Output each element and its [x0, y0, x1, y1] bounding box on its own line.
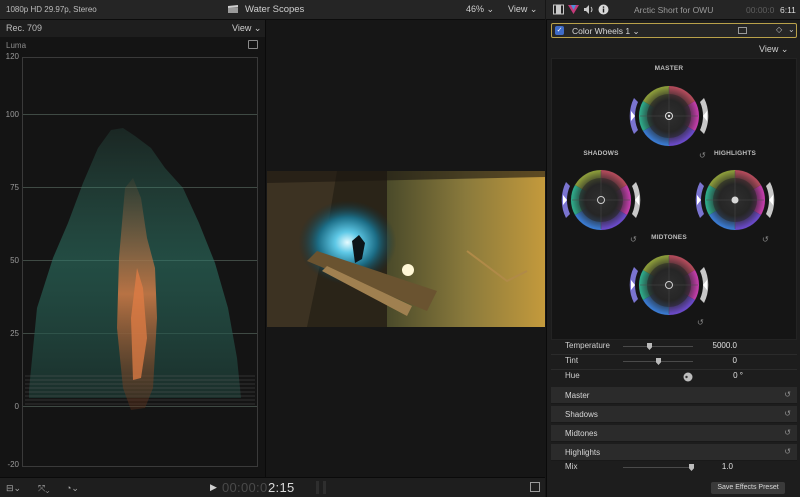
master-label: MASTER — [654, 65, 684, 72]
y-tick: -20 — [7, 460, 19, 469]
play-icon[interactable]: ▶ — [210, 482, 217, 493]
section-master[interactable]: Master ↺ — [551, 387, 797, 404]
midtones-wheel[interactable] — [629, 254, 709, 316]
section-label: Shadows — [565, 410, 598, 419]
view-label: View — [508, 4, 528, 14]
section-shadows[interactable]: Shadows ↺ — [551, 406, 797, 423]
param-label: Tint — [565, 356, 579, 365]
zoom-menu[interactable]: 46% ⌄ — [466, 4, 494, 15]
effect-enabled-checkbox[interactable]: ✓ — [555, 26, 564, 35]
y-tick: 25 — [10, 329, 19, 338]
view-label: View — [759, 44, 779, 54]
temperature-value[interactable]: 5000.0 — [677, 341, 737, 350]
info-icon[interactable] — [598, 4, 609, 15]
color-inspector: ✓ Color Wheels 1 ⌄ ◇ ⌄ View ⌄ ↺ ↺ ↺ ↺ MA… — [546, 20, 800, 497]
param-label: Hue — [565, 371, 580, 380]
mask-icon[interactable] — [738, 27, 747, 34]
param-label: Temperature — [565, 341, 610, 350]
section-label: Highlights — [565, 448, 601, 457]
slider-knob[interactable] — [647, 343, 652, 350]
param-label: Mix — [565, 462, 578, 471]
y-tick: 120 — [5, 52, 19, 61]
underwater-cave-image — [267, 171, 545, 327]
timecode-dim: 00:00:0 — [222, 480, 268, 495]
waveform-scope: Luma 120 100 75 50 25 0 -20 — [0, 37, 265, 477]
effect-name-menu[interactable]: Color Wheels 1 ⌄ — [572, 26, 640, 37]
reset-icon[interactable]: ↺ — [784, 390, 791, 399]
audio-icon[interactable] — [583, 4, 594, 15]
viewer-toolbar: 1080p HD 29.97p, Stereo Water Scopes 46%… — [0, 0, 545, 20]
y-tick: 100 — [5, 110, 19, 119]
save-effects-preset-button[interactable]: Save Effects Preset — [711, 482, 785, 494]
view-label: View — [232, 23, 252, 33]
slider-knob[interactable] — [656, 358, 661, 365]
y-tick: 0 — [14, 402, 19, 411]
hue-row: Hue 0 ° — [551, 369, 797, 384]
scope-header: Rec. 709 View ⌄ — [0, 20, 265, 37]
section-label: Midtones — [565, 429, 598, 438]
video-frame[interactable] — [267, 171, 545, 327]
duration-dim: 00:00:0 — [746, 5, 775, 15]
format-label: 1080p HD 29.97p, Stereo — [6, 5, 97, 14]
transform-menu-icon[interactable]: ⤧⌄ — [38, 483, 49, 494]
playback-bar: ⊟⌄ ⤧⌄ ◔⌄ ▶ 00:00:0 2:15 — [0, 477, 545, 497]
scope-mode-label: Luma — [6, 41, 27, 50]
highlights-reset-icon[interactable]: ↺ — [762, 235, 769, 244]
reset-icon[interactable]: ↺ — [784, 409, 791, 418]
master-puck-dot — [667, 114, 671, 118]
mix-row: Mix 1.0 — [551, 460, 797, 475]
scope-frame — [22, 57, 258, 467]
effect-selector[interactable]: ✓ Color Wheels 1 ⌄ ◇ ⌄ — [551, 23, 797, 38]
waveform-trace — [25, 128, 255, 410]
reset-icon[interactable]: ↺ — [784, 428, 791, 437]
film-icon[interactable] — [553, 4, 564, 15]
retime-menu-icon[interactable]: ◔⌄ — [66, 483, 79, 494]
viewer — [266, 20, 545, 477]
scope-view-menu[interactable]: View ⌄ — [232, 23, 261, 34]
project-name: Arctic Short for OWU — [634, 5, 714, 15]
midtones-label: MIDTONES — [651, 234, 687, 241]
fullscreen-icon[interactable] — [530, 482, 540, 492]
zoom-value: 46% — [466, 4, 485, 14]
scope-standard: Rec. 709 — [6, 23, 43, 33]
section-highlights[interactable]: Highlights ↺ — [551, 444, 797, 461]
temperature-row: Temperature 5000.0 — [551, 339, 797, 354]
pause-icon — [316, 481, 326, 494]
tint-row: Tint 0 — [551, 354, 797, 369]
inspector-toolbar: Arctic Short for OWU 00:00:0 6:11 — [546, 0, 800, 20]
section-midtones[interactable]: Midtones ↺ — [551, 425, 797, 442]
timecode: 2:15 — [268, 480, 295, 495]
viewer-view-menu[interactable]: View ⌄ — [508, 4, 537, 15]
reset-icon[interactable]: ↺ — [784, 447, 791, 456]
chevron-down-icon: ⌄ — [529, 4, 538, 14]
chevron-down-icon: ⌄ — [780, 44, 789, 54]
scope-settings-icon[interactable] — [248, 40, 258, 49]
duration: 6:11 — [780, 5, 796, 15]
color-wheels-panel: ↺ ↺ ↺ ↺ MASTER SHADOWS HIGHLIGHTS MIDTON… — [551, 58, 797, 340]
chevron-down-icon: ⌄ — [486, 4, 495, 14]
highlights-label: HIGHLIGHTS — [713, 150, 757, 157]
section-label: Master — [565, 391, 590, 400]
chevron-down-icon: ⌄ — [632, 26, 640, 36]
y-tick: 75 — [10, 183, 19, 192]
viewer-title: Water Scopes — [245, 4, 305, 15]
mix-value[interactable]: 1.0 — [673, 462, 733, 471]
effect-name: Color Wheels 1 — [572, 26, 631, 36]
chevron-down-icon[interactable]: ⌄ — [788, 25, 795, 34]
chevron-down-icon: ⌄ — [253, 23, 262, 33]
tint-value[interactable]: 0 — [677, 356, 737, 365]
hue-value[interactable]: 0 ° — [683, 371, 743, 380]
keyframe-icon[interactable]: ◇ — [776, 25, 782, 34]
shadows-label: SHADOWS — [583, 150, 619, 157]
color-wheels-graphic: ↺ ↺ ↺ ↺ — [561, 85, 775, 327]
midtones-reset-icon[interactable]: ↺ — [697, 318, 704, 327]
highlights-puck[interactable] — [731, 196, 739, 204]
clapper-icon[interactable] — [228, 5, 238, 13]
inspector-view-menu[interactable]: View ⌄ — [759, 44, 788, 55]
layout-menu-icon[interactable]: ⊟⌄ — [6, 483, 21, 494]
y-tick: 50 — [10, 256, 19, 265]
color-inspector-icon[interactable] — [568, 4, 579, 15]
shadows-wheel[interactable] — [561, 169, 641, 231]
